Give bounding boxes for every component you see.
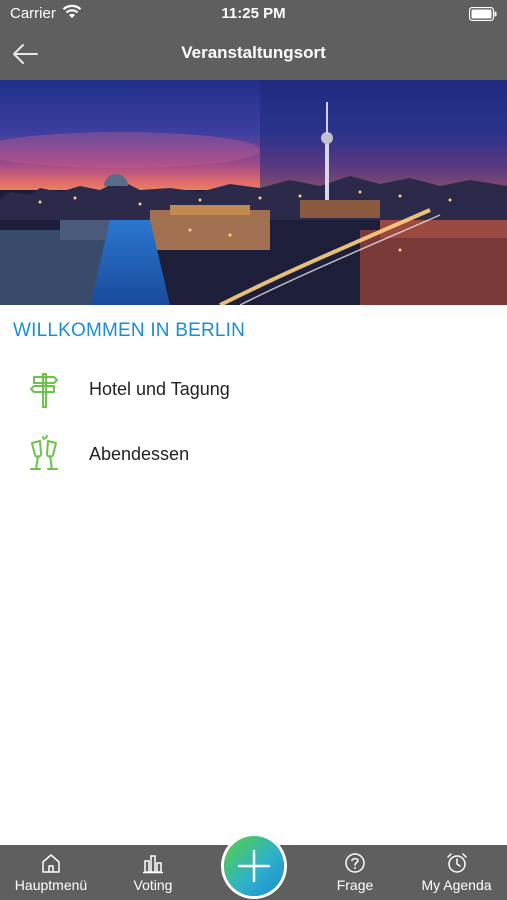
tab-my-agenda[interactable]: My Agenda — [406, 845, 507, 900]
tab-label: Hauptmenü — [14, 877, 88, 893]
berlin-skyline-image — [0, 80, 507, 305]
bar-chart-icon — [142, 852, 164, 874]
clock-time: 11:25 PM — [221, 5, 286, 22]
alarm-clock-icon — [446, 852, 468, 874]
menu-item-label: Hotel und Tagung — [89, 379, 230, 399]
menu-item-hotel-und-tagung[interactable]: Hotel und Tagung — [0, 362, 507, 418]
home-icon — [40, 852, 62, 874]
question-icon — [344, 852, 366, 874]
section-title: WILLKOMMEN IN BERLIN — [13, 320, 246, 341]
tab-voting[interactable]: Voting — [102, 845, 204, 900]
tab-hauptmenue[interactable]: Hauptmenü — [0, 845, 102, 900]
navigation-bar: Veranstaltungsort — [0, 28, 507, 80]
tab-label: Voting — [133, 877, 173, 893]
champagne-glasses-icon — [24, 435, 64, 475]
menu-item-abendessen[interactable]: Abendessen — [0, 427, 507, 483]
tab-frage[interactable]: Frage — [304, 845, 406, 900]
signpost-icon — [24, 370, 64, 410]
page-title: Veranstaltungsort — [181, 43, 326, 62]
add-button[interactable] — [224, 836, 284, 896]
status-bar: Carrier 11:25 PM — [0, 0, 507, 28]
tab-label: My Agenda — [421, 877, 492, 893]
plus-icon — [237, 849, 271, 883]
tab-label: Frage — [336, 877, 374, 893]
battery-icon — [468, 6, 497, 25]
menu-item-label: Abendessen — [89, 444, 190, 464]
